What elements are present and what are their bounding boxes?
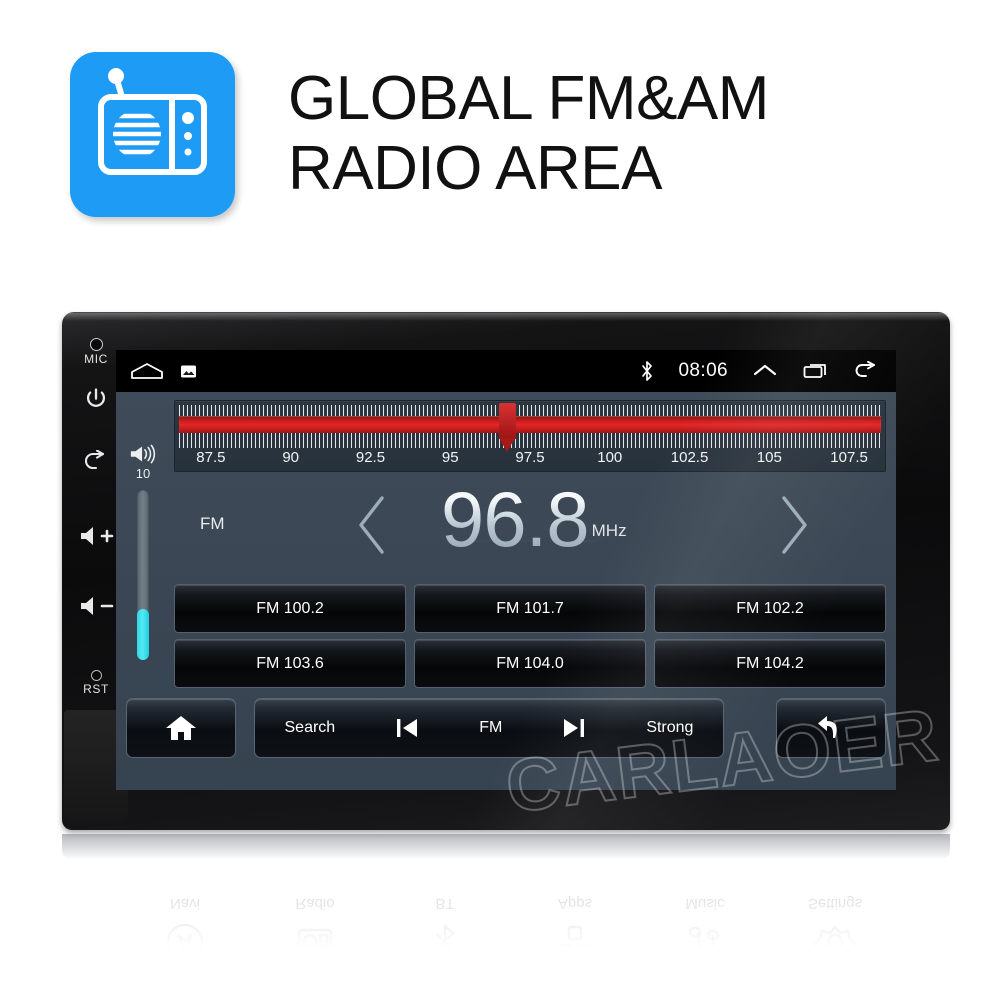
reset-hole-icon [90, 670, 102, 681]
dial-tick-labels: 87.5 90 92.5 95 97.5 100 102.5 105 107.5 [179, 449, 881, 471]
chevron-up-icon[interactable] [752, 362, 778, 380]
search-button[interactable]: Search [285, 719, 336, 737]
preset-label: FM 100.2 [256, 599, 324, 617]
radio-app-tile [70, 52, 235, 217]
reflected-app-label: Music [685, 895, 725, 912]
chevron-left-icon[interactable] [350, 492, 396, 558]
preset-button[interactable]: FM 102.2 [654, 584, 886, 633]
dial-tick-label: 92.5 [355, 449, 386, 466]
page-title-line1: GLOBAL FM&AM [288, 64, 769, 133]
music-icon [688, 926, 720, 959]
page-title: GLOBAL FM&AM RADIO AREA [288, 64, 928, 204]
reflected-app-label: BT [435, 895, 455, 912]
reflected-app-label: Radio [295, 895, 335, 912]
volume-slider-fill [137, 609, 149, 660]
status-clock: 08:06 [678, 360, 728, 381]
dial-tick-label: 102.5 [670, 449, 709, 466]
page-header: GLOBAL FM&AM RADIO AREA [0, 0, 1000, 260]
dial-tick-label: 105 [756, 449, 782, 466]
home-icon[interactable] [130, 361, 164, 381]
apps-icon [558, 925, 592, 959]
mic-hole-icon [89, 338, 103, 351]
dial-tick-label: 97.5 [515, 449, 545, 466]
return-arrow-icon [818, 716, 837, 738]
dial-tick-label: 100 [597, 449, 623, 466]
back-button[interactable] [776, 698, 886, 758]
preset-grid: FM 100.2 FM 101.7 FM 102.2 FM 103.6 FM 104.0… [174, 584, 886, 688]
settings-icon [813, 925, 857, 963]
reflected-app-label: Settings [807, 895, 863, 912]
preset-label: FM 104.2 [736, 654, 804, 672]
volume-down-icon [81, 597, 114, 615]
volume-icon [130, 444, 156, 464]
dial-tick-label: 90 [282, 449, 300, 466]
frequency-value-wrap: 96.8MHz 96.8 [441, 478, 627, 560]
frequency-unit: MHz [591, 521, 627, 540]
bluetooth-icon [436, 924, 455, 960]
preset-button[interactable]: FM 104.2 [654, 639, 886, 688]
radio-icon [98, 68, 207, 175]
reflected-app-item: Navi [130, 895, 240, 964]
bluetooth-icon [642, 361, 653, 381]
frequency-display: FM 96.8MHz 96.8 [174, 478, 886, 574]
reflected-app-item: BT [390, 895, 500, 964]
reflected-app-item: Apps [520, 895, 630, 964]
dial-ticks-bottom [179, 433, 881, 448]
recents-icon[interactable] [802, 361, 828, 381]
preset-button[interactable]: FM 101.7 [414, 584, 646, 633]
reflected-app-label: Apps [557, 895, 593, 912]
screenshot-icon[interactable] [180, 363, 197, 380]
volume-up-icon [81, 527, 114, 545]
dial-tick-label: 95 [441, 449, 459, 466]
android-status-bar: 08:06 [116, 350, 896, 392]
page-root: GLOBAL FM&AM RADIO AREA MIC RST 08:06 10… [0, 0, 1000, 997]
home-filled-icon [166, 716, 196, 740]
radio-control-bar: Search FM Strong [254, 698, 724, 758]
frequency-value: 96.8 [440, 475, 590, 563]
preset-label: FM 103.6 [256, 654, 324, 672]
skip-previous-icon[interactable] [394, 715, 420, 741]
reflected-app-label: Navi [169, 895, 200, 912]
dial-red-band [179, 416, 881, 433]
volume-level-label: 10 [135, 466, 151, 481]
dial-tick-label: 107.5 [830, 449, 868, 466]
radio-app-screen: 10 87.5 90 92.5 95 97.5 100 102.5 105 10… [116, 392, 896, 790]
dial-tick-label: 87.5 [196, 449, 226, 466]
reflected-app-item: Settings [780, 895, 890, 964]
preset-label: FM 101.7 [496, 599, 564, 617]
volume-slider-track[interactable] [137, 490, 149, 660]
frequency-dial[interactable]: 87.5 90 92.5 95 97.5 100 102.5 105 107.5 [174, 400, 886, 472]
reflected-app-item: Music [650, 895, 760, 964]
touchscreen: 08:06 10 87.5 90 92.5 95 97.5 100 102.5 … [116, 350, 896, 790]
band-label: FM [200, 514, 225, 533]
power-icon [87, 388, 105, 407]
preset-button[interactable]: FM 103.6 [174, 639, 406, 688]
radio-icon [297, 928, 333, 954]
chevron-right-icon[interactable] [770, 492, 816, 558]
back-arrow-icon[interactable] [852, 361, 880, 381]
preset-button[interactable]: FM 104.0 [414, 639, 646, 688]
transport-bar: Search FM Strong [126, 698, 886, 760]
home-button[interactable] [126, 698, 236, 758]
band-toggle-button[interactable]: FM [479, 719, 502, 737]
skip-next-icon[interactable] [561, 715, 587, 741]
preset-label: FM 104.0 [496, 654, 564, 672]
volume-control[interactable]: 10 [120, 444, 166, 674]
preset-button[interactable]: FM 100.2 [174, 584, 406, 633]
back-arrow-icon [84, 450, 105, 470]
page-title-line2: RADIO AREA [288, 134, 663, 203]
navi-icon [166, 923, 204, 961]
dial-ticks-top [179, 405, 881, 416]
device-reflection: Navi Radio BT Apps Music Settings [62, 834, 950, 984]
strong-button[interactable]: Strong [646, 719, 693, 737]
preset-label: FM 102.2 [736, 599, 804, 617]
reflected-app-item: Radio [260, 895, 370, 964]
car-stereo-device: MIC RST 08:06 10 87.5 90 92.5 95 97.5 10… [62, 312, 950, 830]
